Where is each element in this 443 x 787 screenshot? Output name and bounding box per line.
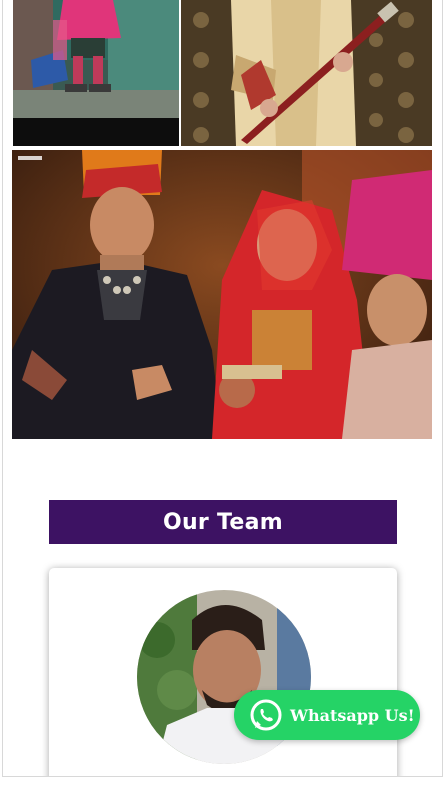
team-member-card: [49, 568, 397, 776]
page-frame: Our Team Whatsapp Us!: [2, 0, 443, 777]
gallery-photo-wedding-couple[interactable]: [12, 150, 432, 439]
whatsapp-button-label: Whatsapp Us!: [290, 705, 415, 725]
our-team-heading-text: Our Team: [162, 509, 284, 535]
gallery-photo-child[interactable]: [13, 0, 179, 146]
whatsapp-icon: [250, 699, 282, 731]
our-team-heading: Our Team: [49, 500, 397, 544]
whatsapp-button[interactable]: Whatsapp Us!: [234, 690, 420, 740]
gallery-photo-groom-sword[interactable]: [181, 0, 432, 146]
